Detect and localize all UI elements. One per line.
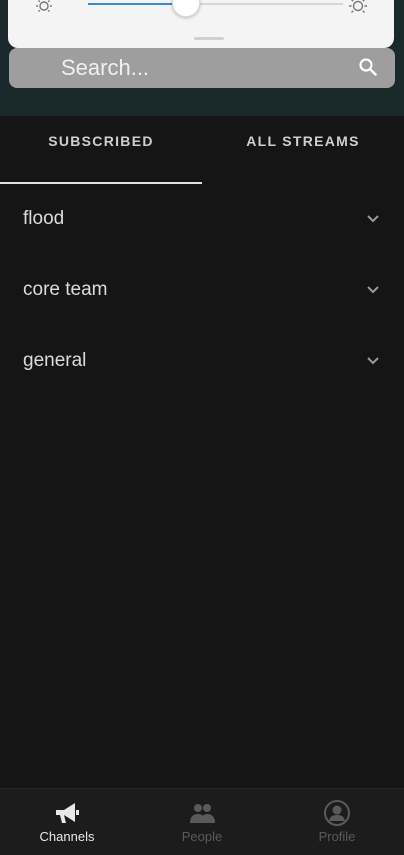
stream-item-core-team[interactable]: core team: [0, 257, 404, 328]
nav-label: People: [181, 829, 223, 844]
tab-subscribed[interactable]: SUBSCRIBED: [0, 116, 202, 170]
active-tab-indicator: [0, 182, 202, 184]
chevron-down-icon[interactable]: [364, 354, 382, 368]
brightness-slider[interactable]: [88, 0, 343, 17]
nav-profile[interactable]: Profile: [270, 789, 404, 855]
people-icon: [190, 804, 215, 823]
profile-icon: [324, 800, 350, 826]
brightness-slider-fill: [88, 3, 185, 5]
search-icon[interactable]: [357, 56, 379, 78]
nav-label: Channels: [39, 829, 95, 844]
chevron-down-icon[interactable]: [364, 283, 382, 297]
chevron-down-icon[interactable]: [364, 212, 382, 226]
nav-label: Profile: [318, 829, 356, 844]
stream-item-flood[interactable]: flood: [0, 186, 404, 257]
stream-label: flood: [23, 208, 65, 229]
nav-people[interactable]: People: [135, 789, 269, 855]
stream-label: general: [23, 350, 87, 371]
stream-tabs: SUBSCRIBED ALL STREAMS: [0, 116, 404, 186]
stream-label: core team: [23, 279, 108, 300]
search-bar[interactable]: [9, 48, 395, 88]
stream-list: flood core team general: [0, 186, 404, 399]
quick-settings-panel: [8, 0, 394, 48]
bottom-navigation: Channels People Profile: [0, 788, 404, 855]
stream-item-general[interactable]: general: [0, 328, 404, 399]
brightness-slider-thumb[interactable]: [171, 0, 200, 17]
panel-drag-handle[interactable]: [194, 37, 224, 40]
search-input[interactable]: [61, 54, 341, 82]
tab-all-streams[interactable]: ALL STREAMS: [202, 116, 404, 170]
brightness-high-icon: [349, 0, 367, 13]
megaphone-icon: [56, 803, 79, 823]
brightness-low-icon: [36, 0, 52, 12]
nav-channels[interactable]: Channels: [0, 789, 134, 855]
